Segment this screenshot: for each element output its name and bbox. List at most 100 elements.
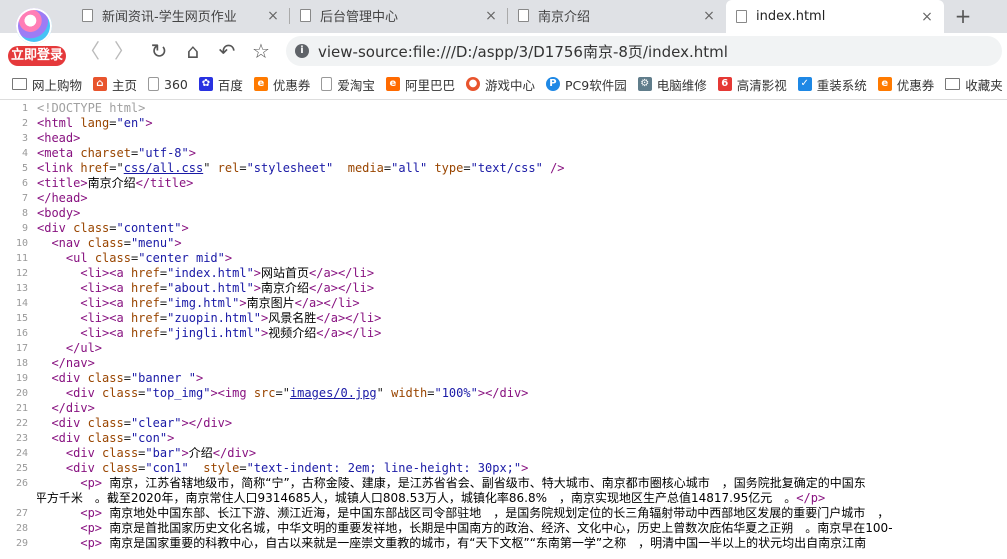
home-button[interactable]: ⌂	[181, 39, 205, 63]
attr: class	[87, 236, 124, 250]
attr: href	[130, 296, 160, 310]
line-number: 25	[15, 463, 28, 474]
line-number: 13	[15, 283, 28, 294]
bookmark-pc9[interactable]: P PC9软件园	[545, 75, 627, 94]
tag: <body>	[37, 206, 81, 220]
close-icon[interactable]: ×	[266, 8, 280, 24]
source-line: 2 <html lang="en">	[0, 116, 1007, 131]
undo-button[interactable]: ↶	[215, 39, 239, 63]
bookmark-label: 高清影视	[736, 77, 787, 93]
bookmark-star-button[interactable]: ☆	[249, 39, 273, 63]
text: 南京，江苏省辖地级市，简称“宁”，古称金陵、建康，是江苏省省会、副省级市、特大城…	[109, 476, 866, 490]
login-button[interactable]: 立即登录	[8, 46, 66, 66]
bookmark-label: 游戏中心	[484, 77, 535, 93]
url-text[interactable]: view-source:file:///D:/aspp/3/D1756南京-8页…	[318, 41, 728, 62]
value: "all"	[391, 161, 428, 175]
text: 网站首页	[261, 266, 310, 280]
bookmark-alibaba[interactable]: e 阿里巴巴	[385, 75, 455, 94]
tag: </a>	[316, 326, 346, 340]
close-icon[interactable]: ×	[702, 8, 716, 24]
page-icon	[736, 10, 747, 23]
reload-button[interactable]: ↻	[147, 39, 171, 63]
line-number: 27	[15, 508, 28, 519]
tab-title: 新闻资讯-学生网页作业	[102, 10, 237, 25]
bookmark-favorites[interactable]: 收藏夹	[945, 75, 1003, 94]
tag: </div>	[212, 446, 257, 460]
text: 南京地处中国东部、长江下游、濒江近海，是中国东部战区司令部驻地 ，是国务院规划定…	[109, 506, 890, 520]
tag: <img	[217, 386, 247, 400]
bookmark-coupon-2[interactable]: e 优惠券	[877, 75, 934, 94]
tag: </li>	[345, 326, 382, 340]
close-icon[interactable]: ×	[484, 8, 498, 24]
close-icon[interactable]: ×	[920, 9, 934, 25]
line-number: 14	[15, 298, 28, 309]
bookmark-label: 主页	[112, 77, 138, 93]
site-info-icon[interactable]: i	[295, 44, 309, 58]
attr: class	[87, 416, 124, 430]
tag: </ul>	[65, 341, 103, 355]
source-line: 24 <div class="bar">介绍</div>	[0, 446, 1007, 461]
tag: <a	[109, 311, 124, 325]
bookmark-baidu[interactable]: ✿ 百度	[198, 75, 243, 94]
baidu-icon: ✿	[198, 77, 213, 91]
value: "center mid"	[138, 251, 225, 265]
source-line: 1 <!DOCTYPE html>	[0, 101, 1007, 116]
source-view[interactable]: 1 <!DOCTYPE html> 2 <html lang="en"> 3 <hea…	[0, 101, 1007, 559]
bookmark-coupon[interactable]: e 优惠券	[253, 75, 311, 94]
tab-admin[interactable]: 后台管理中心 ×	[290, 0, 508, 31]
source-line: 19 <div class="banner ">	[0, 371, 1007, 386]
text: 南京介绍	[261, 281, 310, 295]
bookmark-online-shopping[interactable]: 网上购物	[12, 75, 82, 94]
tag: </div>	[485, 386, 529, 400]
tag: <a	[109, 296, 124, 310]
line-number: 4	[21, 148, 28, 159]
source-line: 8 <body>	[0, 206, 1007, 221]
line-number: 26	[15, 478, 28, 489]
bookmark-label: 网上购物	[32, 77, 83, 93]
back-button[interactable]: 〈	[78, 39, 102, 63]
bookmark-label: 优惠券	[272, 77, 311, 93]
tab-news[interactable]: 新闻资讯-学生网页作业 ×	[72, 0, 290, 31]
forward-button[interactable]: 〉	[112, 39, 136, 63]
new-tab-button[interactable]: +	[953, 4, 973, 28]
attr: href	[80, 161, 110, 175]
folder-icon	[945, 78, 961, 90]
line-number: 7	[21, 193, 28, 204]
bookmark-game-center[interactable]: ● 游戏中心	[465, 75, 535, 94]
bookmark-hd-video[interactable]: 6 高清影视	[717, 75, 787, 94]
source-line: 3 <head>	[0, 131, 1007, 146]
page-icon	[321, 77, 333, 91]
tag: <a	[109, 326, 124, 340]
browser-logo[interactable]: 立即登录	[4, 4, 66, 66]
address-bar[interactable]: i view-source:file:///D:/aspp/3/D1756南京-…	[286, 36, 1002, 66]
source-line: 10 <nav class="menu">	[0, 236, 1007, 251]
tab-index-source[interactable]: index.html ×	[726, 0, 944, 33]
bookmark-reinstall-system[interactable]: ✓ 重装系统	[797, 75, 867, 94]
value: "zuopin.html"	[167, 311, 262, 325]
line-number: 5	[21, 163, 28, 174]
tag: </a>	[294, 296, 324, 310]
tag: </title>	[135, 176, 194, 190]
line-number: 11	[15, 253, 28, 264]
value: "text-indent: 2em; line-height: 30px;"	[246, 461, 522, 475]
value: "stylesheet"	[246, 161, 334, 175]
page-icon	[518, 9, 529, 22]
tag: <ul	[65, 251, 88, 265]
line-number: 8	[21, 208, 28, 219]
attr: href	[130, 326, 160, 340]
bookmark-home[interactable]: ⌂ 主页	[93, 75, 137, 94]
bookmark-aitaobao[interactable]: 爱淘宝	[321, 75, 375, 94]
image-file-link[interactable]: images/0.jpg	[290, 386, 377, 400]
line-number: 29	[15, 538, 28, 549]
line-number: 15	[15, 313, 28, 324]
bookmark-label: 重装系统	[816, 77, 867, 93]
bookmark-pc-repair[interactable]: ⚙ 电脑维修	[637, 75, 707, 94]
bookmark-360[interactable]: 360	[148, 77, 188, 92]
text: 风景名胜	[268, 311, 317, 325]
tab-nanjing[interactable]: 南京介绍 ×	[508, 0, 726, 31]
value: "content"	[116, 221, 182, 235]
css-file-link[interactable]: css/all.css	[124, 161, 203, 175]
tag: </li>	[323, 296, 360, 310]
coupon-icon: e	[877, 77, 892, 91]
line-number: 20	[15, 388, 28, 399]
